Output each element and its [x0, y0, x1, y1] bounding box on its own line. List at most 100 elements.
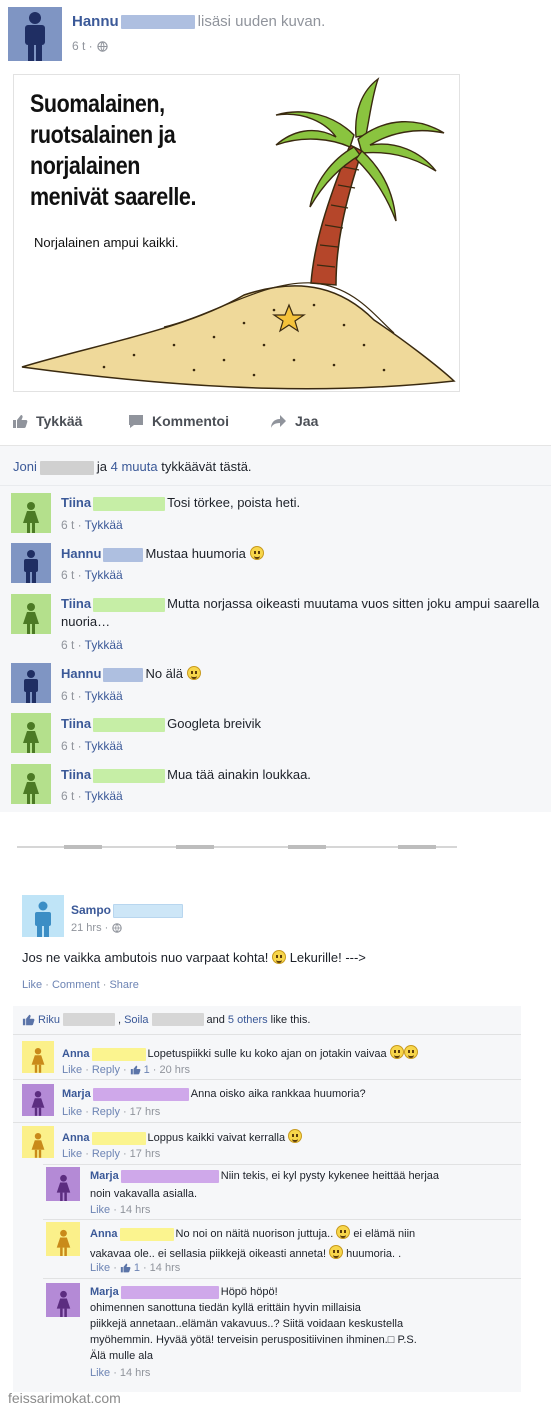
comment-author[interactable]: Tiina — [61, 767, 91, 782]
comment-time[interactable]: 6 t · — [61, 638, 82, 652]
comment-like-link[interactable]: Tykkää — [85, 518, 123, 532]
reply-like-count[interactable]: 1 — [134, 1262, 140, 1274]
comment-avatar[interactable] — [11, 493, 51, 533]
comment-reply-link[interactable]: Reply — [92, 1148, 120, 1160]
comment-avatar[interactable] — [11, 663, 51, 703]
comment-link[interactable]: Comment — [52, 979, 100, 991]
comment-author[interactable]: Tiina — [61, 716, 91, 731]
liker-name[interactable]: Soila — [124, 1014, 148, 1026]
share-label: Jaa — [295, 413, 319, 429]
reply-body: Marja Höpö höpö! ohimennen sanottuna tied… — [90, 1285, 510, 1364]
liker-name[interactable]: Joni — [13, 459, 37, 474]
likes-others-link[interactable]: 5 others — [228, 1014, 268, 1026]
comment-author[interactable]: Marja — [62, 1088, 91, 1100]
comment-text: Mua tää ainakin loukkaa. — [167, 767, 311, 782]
reply-like-link[interactable]: Like — [90, 1367, 110, 1379]
reply-meta: Like · 14 hrs — [90, 1367, 151, 1379]
like-button[interactable]: Tykkää — [12, 413, 82, 429]
comment-text: Lopetuspiikki sulle ku koko ajan on jota… — [147, 1048, 387, 1060]
comment-body: Tiina Mua tää ainakin loukkaa. — [61, 766, 541, 784]
comment-button[interactable]: Kommentoi — [128, 413, 229, 429]
female-silhouette-icon — [23, 773, 39, 804]
comment-author[interactable]: Tiina — [61, 495, 91, 510]
reply-like-link[interactable]: Like — [90, 1204, 110, 1216]
post2-author-name[interactable]: Sampo — [71, 903, 111, 917]
reply-time[interactable]: 14 hrs — [120, 1367, 151, 1379]
reply-author[interactable]: Marja — [90, 1170, 119, 1182]
comment-time[interactable]: 6 t · — [61, 568, 82, 582]
comment-like-link[interactable]: Tykkää — [85, 739, 123, 753]
share-button[interactable]: Jaa — [270, 413, 318, 429]
comment-reply-link[interactable]: Reply — [92, 1106, 120, 1118]
comment-time[interactable]: 6 t · — [61, 518, 82, 532]
comment-author[interactable]: Tiina — [61, 596, 91, 611]
post2-time-text[interactable]: 21 hrs · — [71, 922, 108, 934]
smiley-icon — [329, 1245, 344, 1259]
post1-time-text[interactable]: 6 t · — [72, 39, 93, 53]
comment-avatar[interactable] — [22, 1041, 54, 1073]
liker-name[interactable]: Riku — [38, 1014, 60, 1026]
comment-text: Mustaa huumoria — [145, 546, 246, 561]
reply-body: Marja Niin tekis, ei kyl pysty kykenee he… — [90, 1169, 510, 1202]
smiley-icon — [249, 546, 264, 560]
comment-like-count[interactable]: 1 — [144, 1064, 150, 1076]
post1-author-name[interactable]: Hannu — [72, 13, 119, 30]
comment-avatar[interactable] — [11, 543, 51, 583]
globe-icon — [96, 40, 108, 52]
post1-author-avatar[interactable] — [8, 7, 62, 61]
comment-avatar[interactable] — [11, 713, 51, 753]
divider-dash — [288, 845, 326, 849]
comment-author[interactable]: Hannu — [61, 546, 101, 561]
reply-author[interactable]: Marja — [90, 1286, 119, 1298]
female-silhouette-icon — [56, 1174, 70, 1201]
post1-photo[interactable]: Suomalainen, ruotsalainen ja norjalainen… — [13, 74, 460, 392]
likes-others-link[interactable]: 4 muuta — [111, 459, 158, 474]
comment-author[interactable]: Anna — [62, 1048, 90, 1060]
post2-author-avatar[interactable] — [22, 895, 64, 937]
comment-author[interactable]: Anna — [62, 1132, 90, 1144]
comment-avatar[interactable] — [11, 764, 51, 804]
comment-like-link[interactable]: Tykkää — [85, 638, 123, 652]
reply-avatar[interactable] — [46, 1167, 80, 1201]
reply-text: ohimennen sanottuna tiedän kyllä erittäi… — [90, 1302, 361, 1314]
comment-like-link[interactable]: Tykkää — [85, 568, 123, 582]
comment-author[interactable]: Hannu — [61, 666, 101, 681]
row-separator — [43, 1164, 521, 1165]
comment-meta: Like · Reply · 1 · 20 hrs — [62, 1064, 191, 1076]
comment-like-link[interactable]: Tykkää — [85, 789, 123, 803]
post2-text-end: Lekurille! ---> — [289, 950, 366, 965]
comment-meta: 6 t · Tykkää — [61, 518, 123, 532]
joke-title-line: menivät saarelle. — [30, 183, 196, 211]
post1-likes-summary: Joni ja 4 muuta tykkäävät tästä. — [0, 446, 551, 486]
divider-dash — [176, 845, 214, 849]
like-label: Tykkää — [36, 413, 83, 429]
share-link[interactable]: Share — [109, 979, 138, 991]
comment-avatar[interactable] — [22, 1084, 54, 1116]
reply-like-link[interactable]: Like — [90, 1262, 110, 1274]
reply-avatar[interactable] — [46, 1283, 80, 1317]
comment-reply-link[interactable]: Reply — [92, 1064, 120, 1076]
comment-like-link[interactable]: Like — [62, 1064, 82, 1076]
comment-like-link[interactable]: Like — [62, 1106, 82, 1118]
reply-time[interactable]: 14 hrs — [120, 1204, 151, 1216]
comment-avatar[interactable] — [22, 1126, 54, 1158]
comment-meta: 6 t · Tykkää — [61, 789, 123, 803]
comment-like-link[interactable]: Tykkää — [85, 689, 123, 703]
comment-time[interactable]: 6 t · — [61, 739, 82, 753]
redacted-name — [39, 460, 94, 475]
reply-avatar[interactable] — [46, 1222, 80, 1256]
comment-time[interactable]: 20 hrs — [159, 1064, 190, 1076]
comment-time[interactable]: 6 t · — [61, 689, 82, 703]
reply-author[interactable]: Anna — [90, 1228, 118, 1240]
comment-time[interactable]: 17 hrs — [130, 1148, 161, 1160]
comment-avatar[interactable] — [11, 594, 51, 634]
like-thumb-icon — [130, 1065, 141, 1075]
reply-text: vakavaa ole.. ei sellasia piikkejä oikea… — [90, 1248, 327, 1260]
comment-like-link[interactable]: Like — [62, 1148, 82, 1160]
reply-time[interactable]: 14 hrs — [150, 1262, 181, 1274]
comment-time[interactable]: 6 t · — [61, 789, 82, 803]
like-link[interactable]: Like — [22, 979, 42, 991]
comment-text: Googleta breivik — [167, 716, 262, 731]
comment-body: Tiina Googleta breivik — [61, 715, 541, 733]
comment-time[interactable]: 17 hrs — [130, 1106, 161, 1118]
